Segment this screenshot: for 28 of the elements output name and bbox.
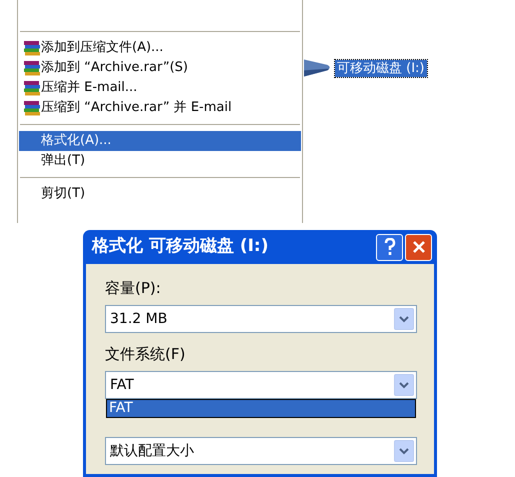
menu-item[interactable]: 弹出(T) — [19, 151, 301, 171]
chevron-down-icon — [399, 382, 409, 388]
books-icon — [23, 80, 41, 96]
menu-item[interactable]: 压缩并 E-mail... — [19, 78, 301, 98]
menu-item[interactable]: 压缩到 “Archive.rar” 并 E-mail — [19, 98, 301, 118]
dropdown-arrow-button[interactable] — [394, 308, 414, 330]
drive-label[interactable]: 可移动磁盘 (I:) — [335, 60, 426, 76]
chevron-down-icon — [399, 316, 409, 322]
menu-item[interactable]: 格式化(A)... — [19, 131, 301, 151]
dropdown-field[interactable]: 31.2 MB — [105, 305, 417, 333]
chevron-down-icon — [399, 448, 409, 454]
menu-item[interactable]: 添加到压缩文件(A)... — [19, 38, 301, 58]
dropdown-field[interactable]: 默认配置大小 — [105, 437, 417, 465]
dropdown-arrow-button[interactable] — [394, 440, 414, 462]
menu-item[interactable]: 添加到 “Archive.rar”(S) — [19, 58, 301, 78]
close-icon — [412, 240, 426, 254]
window-title: 格式化 可移动磁盘 (I:) — [92, 235, 270, 258]
help-button[interactable] — [376, 234, 403, 260]
books-icon — [23, 40, 41, 56]
dropdown-arrow-button[interactable] — [394, 374, 414, 396]
close-button[interactable] — [405, 234, 432, 260]
books-icon — [23, 100, 41, 116]
field-label: 文件系统(F) — [105, 344, 186, 365]
menu-item[interactable]: 剪切(T) — [19, 184, 301, 204]
dropdown-option[interactable]: FAT — [107, 400, 415, 417]
question-mark-icon — [384, 238, 396, 256]
field-label: 容量(P): — [105, 278, 161, 299]
books-icon — [23, 60, 41, 76]
